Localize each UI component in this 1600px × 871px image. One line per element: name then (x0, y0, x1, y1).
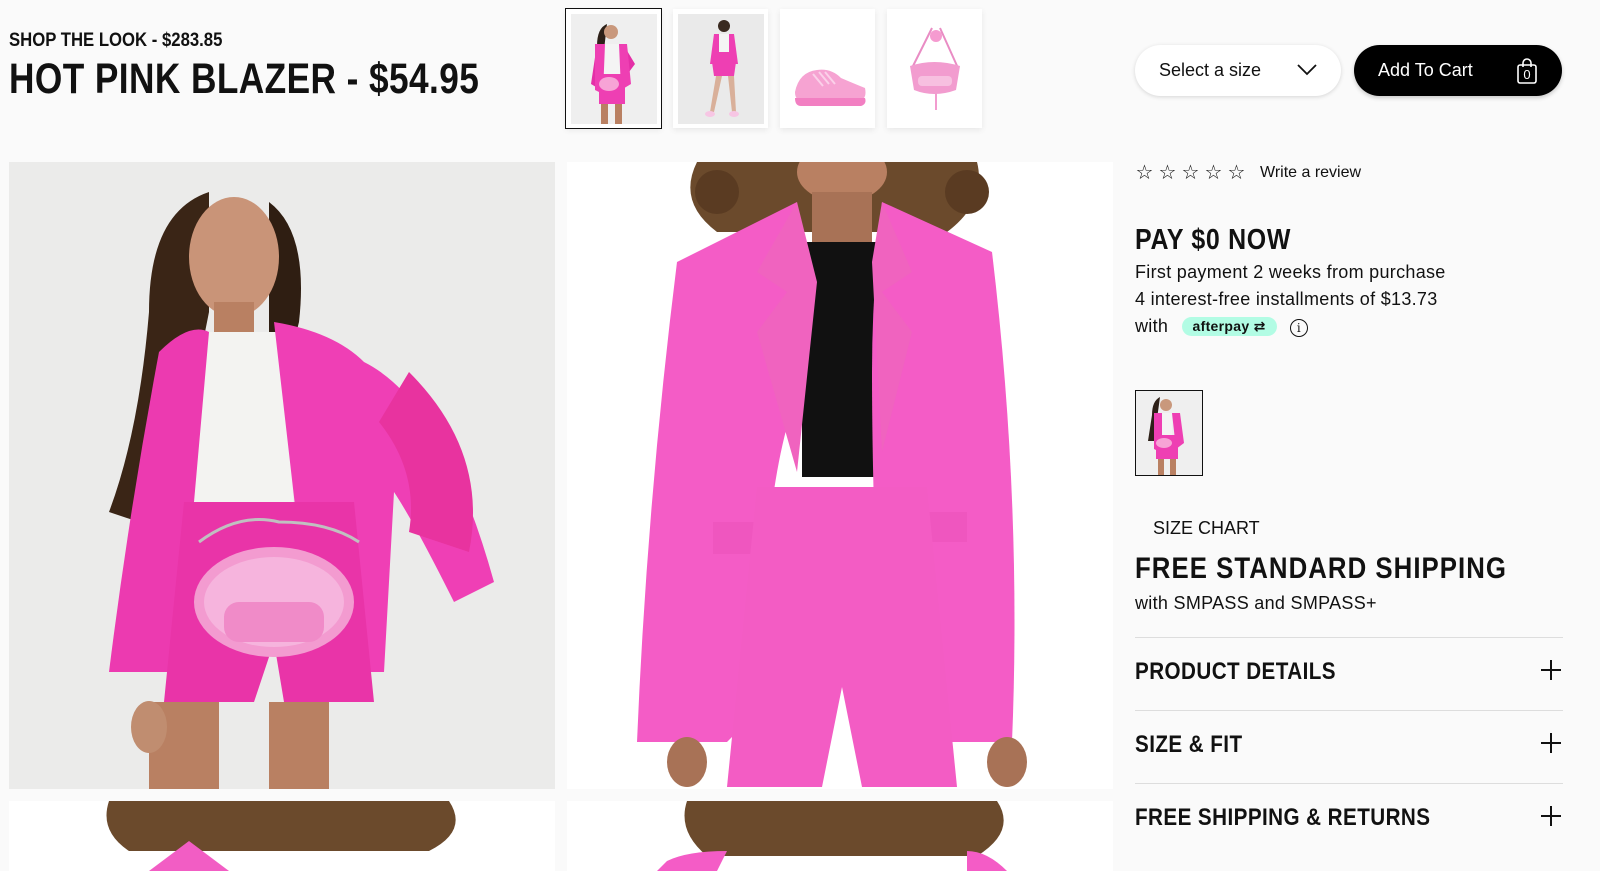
star-outline-icon[interactable]: ☆ (1135, 160, 1154, 185)
accordion-label: FREE SHIPPING & RETURNS (1135, 804, 1431, 831)
shopping-bag-icon: 0 (1516, 57, 1538, 84)
accordion-label: SIZE & FIT (1135, 731, 1243, 758)
accordion-label: PRODUCT DETAILS (1135, 658, 1336, 685)
size-select-value: Select a size (1159, 60, 1262, 80)
accordion-size-fit[interactable]: SIZE & FIT (1135, 710, 1563, 783)
thumbnail-pink-sneaker[interactable] (780, 9, 875, 128)
product-title: HOT PINK BLAZER - $54.95 (9, 55, 480, 103)
star-outline-icon[interactable]: ☆ (1227, 160, 1246, 185)
size-chart-link[interactable]: SIZE CHART (1153, 518, 1260, 539)
thumbnail-strip (565, 8, 982, 129)
payment-line-3: with afterpay ⇄ i (1135, 316, 1308, 337)
plus-icon (1541, 806, 1561, 826)
product-photo-blazer-closeup-2[interactable] (567, 801, 1113, 871)
add-to-cart-button[interactable]: Add To Cart 0 (1354, 45, 1562, 96)
shipping-subtitle: with SMPASS and SMPASS+ (1135, 593, 1377, 613)
afterpay-arrows-icon: ⇄ (1253, 318, 1266, 334)
plus-icon (1541, 733, 1561, 753)
accordion-product-details[interactable]: PRODUCT DETAILS (1135, 637, 1563, 710)
star-outline-icon[interactable]: ☆ (1204, 160, 1223, 185)
payment-line-2: 4 interest-free installments of $13.73 (1135, 289, 1438, 309)
chevron-down-icon (1297, 60, 1317, 81)
payment-with-text: with (1135, 316, 1169, 336)
product-photo-model-belt-bag[interactable] (9, 162, 555, 789)
shipping-title: FREE STANDARD SHIPPING (1135, 552, 1507, 585)
plus-icon (1541, 660, 1561, 680)
info-icon[interactable]: i (1289, 319, 1308, 337)
afterpay-logo-text: afterpay (1192, 318, 1250, 334)
afterpay-logo: afterpay ⇄ (1181, 317, 1277, 336)
thumbnail-blazer-model-full[interactable] (673, 9, 768, 128)
thumbnail-pink-belt-bag[interactable] (887, 9, 982, 128)
rating-stars: ☆ ☆ ☆ ☆ ☆ Write a review (1135, 160, 1362, 185)
payment-line-1: First payment 2 weeks from purchase (1135, 262, 1446, 282)
cart-count: 0 (1523, 66, 1531, 82)
add-to-cart-label: Add To Cart (1378, 60, 1473, 80)
thumbnail-blazer-model-front[interactable] (565, 8, 662, 129)
star-outline-icon[interactable]: ☆ (1181, 160, 1200, 185)
size-select[interactable]: Select a size (1135, 45, 1341, 96)
star-outline-icon[interactable]: ☆ (1158, 160, 1177, 185)
pay-now-title: PAY $0 NOW (1135, 224, 1292, 256)
product-photo-blazer-front[interactable] (567, 162, 1113, 789)
product-photo-blazer-closeup-1[interactable] (9, 801, 555, 871)
write-review-link[interactable]: Write a review (1260, 164, 1361, 182)
color-swatch-hot-pink[interactable] (1135, 390, 1203, 476)
accordion-free-shipping-returns[interactable]: FREE SHIPPING & RETURNS (1135, 783, 1563, 856)
look-subtitle: SHOP THE LOOK - $283.85 (9, 30, 223, 51)
